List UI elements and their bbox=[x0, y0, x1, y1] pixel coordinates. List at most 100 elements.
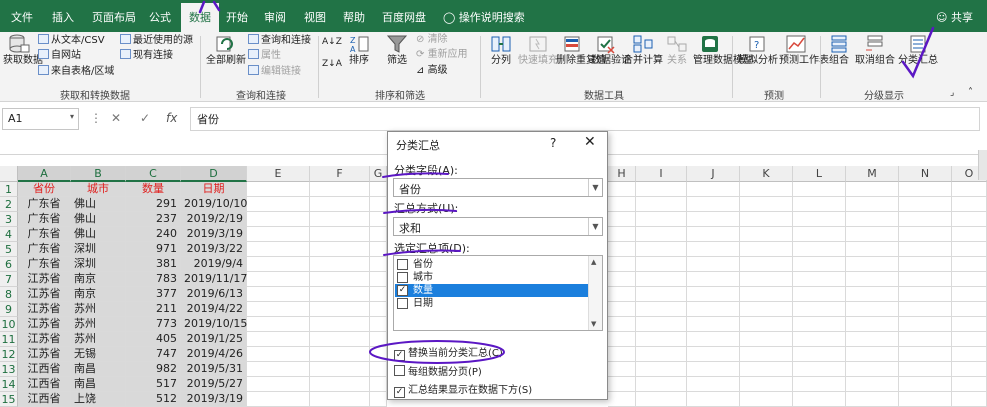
empty-cell[interactable] bbox=[846, 347, 899, 362]
table-cell[interactable]: 747 bbox=[126, 347, 181, 362]
empty-cell[interactable] bbox=[793, 347, 846, 362]
checkbox[interactable]: ✓ bbox=[397, 285, 408, 296]
empty-cell[interactable] bbox=[310, 317, 370, 332]
row-header[interactable]: 1 bbox=[0, 182, 18, 197]
empty-cell[interactable] bbox=[952, 347, 987, 362]
filter-button[interactable]: 筛选 bbox=[382, 34, 412, 67]
empty-cell[interactable] bbox=[636, 212, 687, 227]
empty-cell[interactable] bbox=[740, 197, 793, 212]
empty-cell[interactable] bbox=[793, 197, 846, 212]
insert-function-icon[interactable]: fx bbox=[166, 111, 177, 125]
empty-cell[interactable] bbox=[846, 227, 899, 242]
table-cell[interactable]: 南京 bbox=[71, 287, 126, 302]
empty-cell[interactable] bbox=[899, 332, 952, 347]
header-cell[interactable]: 日期 bbox=[181, 182, 247, 197]
column-header[interactable]: G bbox=[370, 166, 387, 182]
checkbox[interactable] bbox=[397, 259, 408, 270]
recent-sources-button[interactable]: 最近使用的源 bbox=[120, 34, 193, 47]
empty-cell[interactable] bbox=[952, 332, 987, 347]
table-cell[interactable]: 江苏省 bbox=[18, 272, 71, 287]
name-box[interactable]: A1 ▾ bbox=[2, 108, 79, 130]
row-header[interactable]: 5 bbox=[0, 242, 18, 257]
empty-cell[interactable] bbox=[247, 347, 310, 362]
tab-review[interactable]: 审阅 bbox=[264, 9, 286, 25]
empty-cell[interactable] bbox=[687, 242, 740, 257]
select-all-corner[interactable] bbox=[0, 166, 18, 182]
empty-cell[interactable] bbox=[310, 212, 370, 227]
empty-cell[interactable] bbox=[899, 362, 952, 377]
tab-view[interactable]: 视图 bbox=[304, 9, 326, 25]
empty-cell[interactable] bbox=[247, 212, 310, 227]
list-item[interactable]: 日期 bbox=[395, 297, 591, 310]
table-cell[interactable]: 2019/3/22 bbox=[181, 242, 247, 257]
list-item[interactable]: ✓ 数量 bbox=[395, 284, 591, 297]
consolidate-button[interactable]: 合并计算 bbox=[623, 34, 663, 67]
empty-cell[interactable] bbox=[899, 227, 952, 242]
table-cell[interactable]: 苏州 bbox=[71, 302, 126, 317]
empty-cell[interactable] bbox=[310, 377, 370, 392]
column-header[interactable]: B bbox=[71, 166, 126, 182]
empty-cell[interactable] bbox=[608, 362, 636, 377]
table-cell[interactable]: 江苏省 bbox=[18, 317, 71, 332]
empty-cell[interactable] bbox=[247, 227, 310, 242]
empty-cell[interactable] bbox=[899, 287, 952, 302]
share-button[interactable]: ☺ 共享 bbox=[936, 9, 973, 25]
empty-cell[interactable] bbox=[952, 197, 987, 212]
empty-cell[interactable] bbox=[793, 272, 846, 287]
empty-cell[interactable] bbox=[636, 287, 687, 302]
empty-cell[interactable] bbox=[636, 257, 687, 272]
table-cell[interactable]: 2019/5/31 bbox=[181, 362, 247, 377]
function-select[interactable]: 求和 ▼ bbox=[393, 217, 603, 236]
cancel-formula-icon[interactable]: ✕ bbox=[111, 111, 121, 125]
collapse-ribbon-icon[interactable]: ˄ bbox=[968, 87, 973, 99]
table-cell[interactable]: 773 bbox=[126, 317, 181, 332]
empty-cell[interactable] bbox=[247, 332, 310, 347]
sort-ascending-button[interactable]: A↓Z bbox=[322, 36, 342, 48]
table-cell[interactable]: 广东省 bbox=[18, 227, 71, 242]
empty-cell[interactable] bbox=[636, 272, 687, 287]
empty-cell[interactable] bbox=[310, 182, 370, 197]
table-cell[interactable]: 佛山 bbox=[71, 227, 126, 242]
sort-descending-button[interactable]: Z↓A bbox=[322, 58, 342, 70]
empty-cell[interactable] bbox=[370, 347, 387, 362]
column-header[interactable]: K bbox=[740, 166, 793, 182]
tab-page-layout[interactable]: 页面布局 bbox=[92, 9, 136, 25]
empty-cell[interactable] bbox=[846, 272, 899, 287]
empty-cell[interactable] bbox=[608, 212, 636, 227]
empty-cell[interactable] bbox=[793, 317, 846, 332]
empty-cell[interactable] bbox=[793, 362, 846, 377]
empty-cell[interactable] bbox=[247, 272, 310, 287]
empty-cell[interactable] bbox=[636, 242, 687, 257]
table-cell[interactable]: 2019/11/17 bbox=[181, 272, 247, 287]
table-cell[interactable]: 2019/5/27 bbox=[181, 377, 247, 392]
empty-cell[interactable] bbox=[687, 332, 740, 347]
empty-cell[interactable] bbox=[687, 347, 740, 362]
empty-cell[interactable] bbox=[846, 362, 899, 377]
table-cell[interactable]: 237 bbox=[126, 212, 181, 227]
table-cell[interactable]: 广东省 bbox=[18, 242, 71, 257]
manage-data-model-button[interactable]: 管理数据模型 bbox=[693, 34, 753, 67]
empty-cell[interactable] bbox=[740, 182, 793, 197]
column-header[interactable]: N bbox=[899, 166, 952, 182]
empty-cell[interactable] bbox=[740, 362, 793, 377]
group-rows-button[interactable]: 组合 bbox=[826, 34, 852, 67]
empty-cell[interactable] bbox=[899, 302, 952, 317]
table-cell[interactable]: 2019/1/25 bbox=[181, 332, 247, 347]
outline-dialog-launcher-icon[interactable]: ⌟ bbox=[950, 87, 954, 99]
relationships-button[interactable]: 关系 bbox=[664, 34, 690, 67]
enter-formula-icon[interactable]: ✓ bbox=[140, 111, 150, 125]
empty-cell[interactable] bbox=[370, 302, 387, 317]
empty-cell[interactable] bbox=[370, 362, 387, 377]
empty-cell[interactable] bbox=[687, 197, 740, 212]
table-cell[interactable]: 2019/3/19 bbox=[181, 227, 247, 242]
table-cell[interactable]: 无锡 bbox=[71, 347, 126, 362]
empty-cell[interactable] bbox=[952, 272, 987, 287]
empty-cell[interactable] bbox=[247, 362, 310, 377]
empty-cell[interactable] bbox=[740, 242, 793, 257]
empty-cell[interactable] bbox=[952, 287, 987, 302]
empty-cell[interactable] bbox=[636, 317, 687, 332]
empty-cell[interactable] bbox=[608, 347, 636, 362]
table-cell[interactable]: 江西省 bbox=[18, 377, 71, 392]
table-cell[interactable]: 深圳 bbox=[71, 257, 126, 272]
sort-button[interactable]: ZA 排序 bbox=[344, 34, 374, 67]
